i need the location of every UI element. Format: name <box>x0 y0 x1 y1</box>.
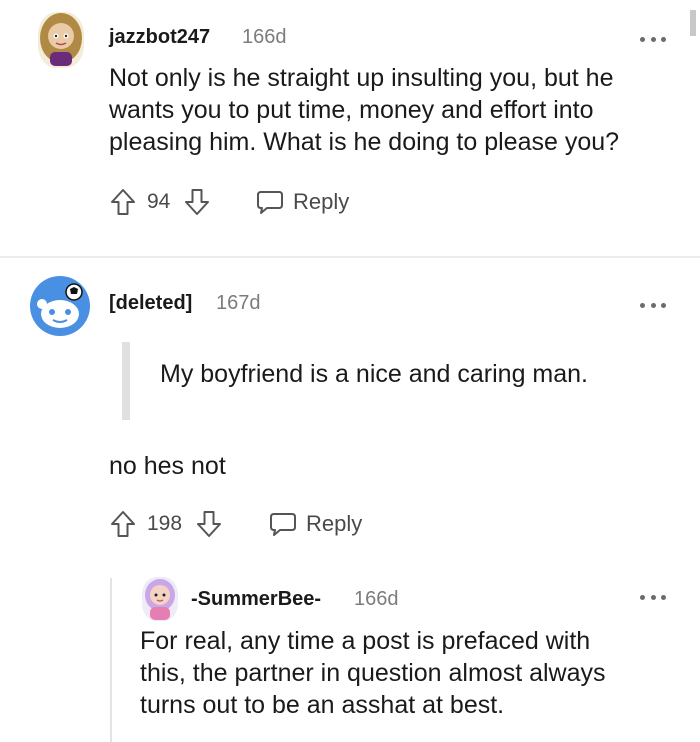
more-options-icon[interactable] <box>640 34 666 44</box>
vote-count: 94 <box>147 190 171 213</box>
reply-label: Reply <box>306 511 363 536</box>
snoo-avatar[interactable] <box>30 276 90 336</box>
downvote-icon[interactable] <box>195 509 223 539</box>
reply-bubble-icon <box>257 191 283 214</box>
vote-count: 198 <box>147 512 183 535</box>
comment-line: Not only is he straight up insulting you… <box>109 64 614 92</box>
upvote-icon[interactable] <box>109 187 137 217</box>
comment-age: 167d <box>216 292 261 314</box>
reply-button[interactable]: Reply <box>255 185 349 219</box>
comment-username[interactable]: [deleted] <box>109 292 192 315</box>
comment-age: 166d <box>354 588 399 610</box>
comment-body: Not only is he straight up insulting you… <box>109 62 619 158</box>
reply-label: Reply <box>293 189 350 214</box>
blockquote-bar <box>122 342 130 420</box>
comment-line: pleasing him. What is he doing to please… <box>109 128 620 156</box>
blockquote-text: My boyfriend is a nice and caring man. <box>160 360 588 388</box>
more-options-icon[interactable] <box>640 592 666 602</box>
comment-line: For real, any time a post is prefaced wi… <box>140 627 591 655</box>
comment-body: For real, any time a post is prefaced wi… <box>140 625 606 721</box>
comment-line: wants you to put time, money and effort … <box>109 96 594 124</box>
user-avatar[interactable] <box>38 12 84 68</box>
comment-username[interactable]: -SummerBee- <box>191 588 321 611</box>
upvote-icon[interactable] <box>109 509 137 539</box>
comment-body: no hes not <box>109 452 226 480</box>
comment-username[interactable]: jazzbot247 <box>109 26 210 49</box>
downvote-icon[interactable] <box>183 187 211 217</box>
scrollbar-thumb[interactable] <box>690 10 696 36</box>
more-options-icon[interactable] <box>640 300 666 310</box>
user-avatar[interactable] <box>142 577 178 621</box>
reply-button[interactable]: Reply <box>268 507 362 541</box>
thread-line[interactable] <box>110 578 112 742</box>
comment-line: turns out to be an asshat at best. <box>140 691 505 719</box>
comment-age: 166d <box>242 26 287 48</box>
reply-bubble-icon <box>270 513 296 536</box>
comment-line: this, the partner in question almost alw… <box>140 659 606 687</box>
comment-divider <box>0 256 700 258</box>
